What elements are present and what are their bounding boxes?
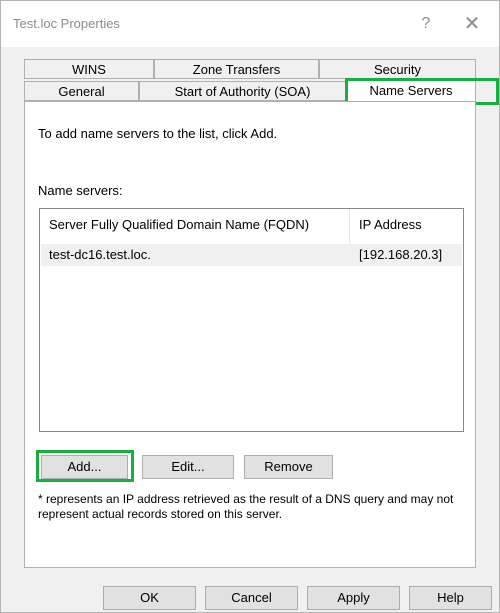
remove-button[interactable]: Remove bbox=[244, 455, 333, 479]
apply-button[interactable]: Apply bbox=[307, 586, 400, 610]
close-icon[interactable]: ✕ bbox=[455, 9, 489, 39]
column-header-fqdn[interactable]: Server Fully Qualified Domain Name (FQDN… bbox=[49, 217, 309, 232]
title-bar: Test.loc Properties ? ✕ bbox=[1, 1, 499, 47]
row-fqdn: test-dc16.test.loc. bbox=[49, 247, 151, 262]
instruction-text: To add name servers to the list, click A… bbox=[38, 126, 278, 141]
name-servers-panel: To add name servers to the list, click A… bbox=[24, 101, 476, 568]
tab-wins[interactable]: WINS bbox=[24, 59, 154, 79]
name-servers-list[interactable]: Server Fully Qualified Domain Name (FQDN… bbox=[39, 208, 464, 432]
name-servers-label: Name servers: bbox=[38, 183, 123, 198]
tab-start-of-authority[interactable]: Start of Authority (SOA) bbox=[139, 81, 346, 101]
help-icon[interactable]: ? bbox=[409, 9, 443, 39]
column-header-ip[interactable]: IP Address bbox=[359, 217, 422, 232]
row-ip: [192.168.20.3] bbox=[359, 247, 443, 262]
help-button[interactable]: Help bbox=[409, 586, 492, 610]
tab-zone-transfers[interactable]: Zone Transfers bbox=[154, 59, 319, 79]
table-row[interactable]: test-dc16.test.loc. [192.168.20.3] bbox=[41, 244, 462, 266]
edit-button[interactable]: Edit... bbox=[142, 455, 234, 479]
window-title: Test.loc Properties bbox=[13, 16, 120, 31]
add-button-highlight bbox=[36, 450, 134, 482]
cancel-button[interactable]: Cancel bbox=[205, 586, 298, 610]
ok-button[interactable]: OK bbox=[103, 586, 196, 610]
properties-dialog: Test.loc Properties ? ✕ WINS Zone Transf… bbox=[0, 0, 500, 613]
tab-security[interactable]: Security bbox=[319, 59, 476, 79]
column-divider bbox=[349, 209, 350, 243]
dns-query-note: * represents an IP address retrieved as … bbox=[38, 492, 454, 521]
tab-general[interactable]: General bbox=[24, 81, 139, 101]
